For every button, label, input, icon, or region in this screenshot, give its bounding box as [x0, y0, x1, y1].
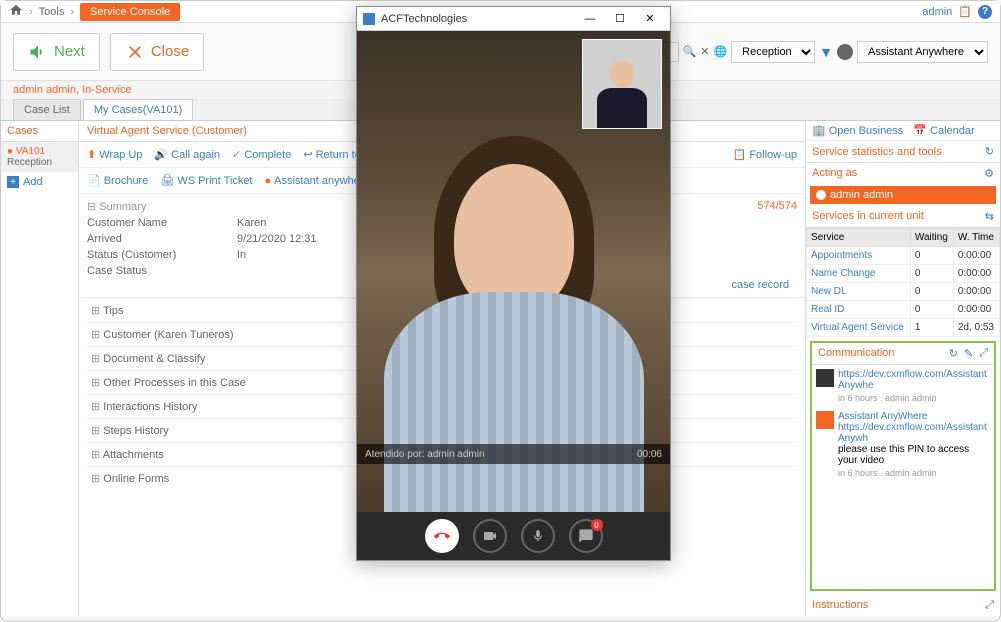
chat-button[interactable]: 0 — [569, 519, 603, 553]
gear-icon[interactable]: ⚙ — [984, 167, 994, 180]
tab-my-cases[interactable]: My Cases(VA101) — [83, 99, 193, 120]
chevron-icon: › — [29, 6, 33, 18]
window-title: ACFTechnologies — [381, 13, 570, 25]
acting-user-badge[interactable]: admin admin — [810, 186, 996, 204]
th-service: Service — [807, 229, 911, 247]
video-call-window[interactable]: ACFTechnologies — ☐ ✕ Atendido por: admi… — [356, 6, 671, 561]
table-row[interactable]: Appointments00:00:00 — [807, 247, 1000, 265]
user-dot-icon — [816, 190, 826, 200]
customer-name-label: Customer Name — [87, 217, 237, 229]
th-wtime: W. Time — [953, 229, 999, 247]
case-id: ● VA101 — [7, 146, 72, 157]
case-status-label: Case Status — [87, 265, 237, 277]
left-sidebar: Cases ● VA101 Reception + Add — [1, 121, 79, 616]
stats-header: Service statistics and tools ↻ — [806, 141, 1000, 163]
table-row[interactable]: Name Change00:00:00 — [807, 265, 1000, 283]
msg-title: Assistant AnyWhere — [838, 411, 990, 422]
table-row[interactable]: Virtual Agent Service12d, 0:53 — [807, 319, 1000, 337]
maximize-button[interactable]: ☐ — [606, 9, 634, 29]
wrap-up-link[interactable]: ⬆Wrap Up — [87, 148, 142, 161]
arrived-label: Arrived — [87, 233, 237, 245]
message-item[interactable]: Assistant AnyWhere https://dev.cxmflow.c… — [816, 411, 990, 478]
th-waiting: Waiting — [910, 229, 953, 247]
close-button[interactable]: Close — [110, 33, 204, 71]
globe-icon: 🌐 — [713, 45, 727, 58]
status-label: Status (Customer) — [87, 249, 237, 261]
next-label: Next — [54, 43, 85, 60]
open-business-link[interactable]: 🏢 Open Business — [812, 124, 903, 137]
sr-topbar: 🏢 Open Business 📅 Calendar — [806, 121, 1000, 141]
add-case-button[interactable]: + Add — [1, 172, 78, 192]
message-item[interactable]: https://dev.cxmflow.com/AssistantAnywhe … — [816, 369, 990, 403]
assistant-anywhere-link[interactable]: ●Assistant anywhere — [265, 174, 370, 187]
crumb-service-console[interactable]: Service Console — [80, 3, 180, 21]
notes-icon[interactable]: 📋 — [958, 5, 972, 18]
complete-link[interactable]: ✓Complete — [232, 148, 291, 161]
sms-icon — [816, 369, 834, 387]
edit-icon[interactable]: ✎ — [964, 347, 973, 360]
case-item[interactable]: ● VA101 Reception — [1, 142, 78, 172]
clear-icon[interactable]: ✕ — [700, 45, 709, 58]
comm-body: https://dev.cxmflow.com/AssistantAnywhe … — [812, 365, 994, 589]
expand-icon[interactable]: ⤢ — [985, 599, 994, 612]
next-button[interactable]: Next — [13, 33, 100, 71]
video-control-bar: 0 — [357, 512, 670, 560]
calendar-link[interactable]: 📅 Calendar — [913, 124, 974, 137]
add-label: Add — [23, 176, 43, 188]
window-titlebar[interactable]: ACFTechnologies — ☐ ✕ — [357, 7, 670, 31]
communication-panel: Communication ↻ ✎ ⤢ https://dev.cxmflow.… — [810, 341, 996, 591]
mic-button[interactable] — [521, 519, 555, 553]
refresh-icon[interactable]: ↻ — [949, 347, 958, 360]
expand-icon[interactable]: ⤢ — [979, 347, 988, 360]
acting-as-label: Acting as — [812, 167, 857, 180]
attended-by-label: Atendido por: admin admin — [365, 449, 485, 460]
close-label: Close — [151, 43, 189, 60]
comm-header: Communication ↻ ✎ ⤢ — [812, 343, 994, 365]
msg-meta: in 6 hours . admin admin — [838, 393, 990, 403]
services-table: Service Waiting W. Time Appointments00:0… — [806, 228, 1000, 337]
mail-icon — [816, 411, 834, 429]
home-icon[interactable] — [9, 3, 23, 20]
call-again-link[interactable]: 🔊Call again — [154, 148, 220, 161]
video-feed: Atendido por: admin admin 00:06 — [357, 31, 670, 512]
app-icon — [363, 13, 375, 25]
brochure-link[interactable]: 📄Brochure — [87, 174, 148, 187]
msg-text: please use this PIN to access your video — [838, 444, 990, 466]
cases-header: Cases — [1, 121, 78, 142]
assistant-select[interactable]: Assistant Anywhere — [857, 41, 988, 63]
table-row[interactable]: New DL00:00:00 — [807, 283, 1000, 301]
acting-as-section: Acting as ⚙ admin admin — [806, 163, 1000, 206]
close-window-button[interactable]: ✕ — [636, 9, 664, 29]
chevron-icon: › — [70, 6, 74, 18]
call-time: 00:06 — [637, 449, 662, 460]
table-row[interactable]: Real ID00:00:00 — [807, 301, 1000, 319]
summary-count: 574/574 — [757, 200, 797, 213]
msg-link[interactable]: https://dev.cxmflow.com/AssistantAnywhe — [838, 369, 990, 391]
self-view[interactable] — [582, 39, 662, 129]
tab-case-list[interactable]: Case List — [13, 99, 81, 120]
user-icon — [837, 44, 853, 60]
chat-badge: 0 — [591, 519, 603, 531]
right-sidebar: 🏢 Open Business 📅 Calendar Service stati… — [805, 121, 1000, 616]
instructions-header[interactable]: Instructions ⤢ — [806, 595, 1000, 616]
case-location: Reception — [7, 157, 72, 168]
plus-icon: + — [7, 176, 19, 188]
msg-meta: in 6 hours . admin admin — [838, 468, 990, 478]
follow-up-link[interactable]: 📋Follow-up — [733, 148, 797, 161]
admin-label[interactable]: admin — [922, 6, 952, 18]
help-icon[interactable]: ? — [978, 5, 992, 19]
filter-icon[interactable]: ▼ — [819, 44, 833, 60]
crumb-tools[interactable]: Tools — [39, 6, 65, 18]
msg-link[interactable]: https://dev.cxmflow.com/AssistantAnywh — [838, 422, 990, 444]
camera-button[interactable] — [473, 519, 507, 553]
minimize-button[interactable]: — — [576, 9, 604, 29]
refresh-icon[interactable]: ↻ — [985, 145, 994, 158]
search-icon[interactable]: 🔍 — [683, 45, 697, 58]
hangup-button[interactable] — [425, 519, 459, 553]
ws-print-link[interactable]: 🖨WS Print Ticket — [160, 174, 252, 187]
services-header: Services in current unit ⇆ — [806, 206, 1000, 228]
video-footer: Atendido por: admin admin 00:06 — [357, 444, 670, 464]
expand-icon[interactable]: ⇆ — [985, 210, 994, 223]
location-select[interactable]: Reception — [731, 41, 815, 63]
